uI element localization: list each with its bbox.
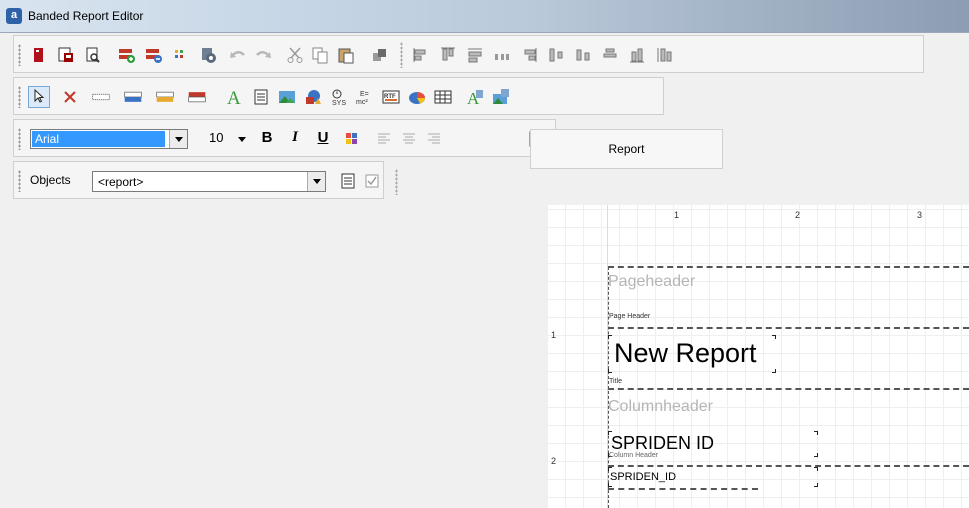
window-title: Banded Report Editor	[28, 9, 144, 23]
save-icon[interactable]	[57, 46, 75, 64]
delete-icon[interactable]	[61, 88, 79, 106]
title-label-object[interactable]: New Report	[608, 335, 776, 373]
chart-icon[interactable]	[408, 88, 426, 106]
toolbar-grip[interactable]	[18, 170, 21, 192]
ruler-mark-2: 2	[795, 210, 801, 220]
title-band-icon[interactable]	[188, 88, 214, 106]
font-color-icon[interactable]	[343, 130, 361, 148]
copy-icon[interactable]	[311, 46, 329, 64]
svg-text:E=: E=	[360, 91, 369, 98]
paste-icon[interactable]	[337, 46, 355, 64]
object-tree-pane	[0, 205, 547, 508]
detail-field-text: SPRIDEN_ID	[610, 471, 677, 483]
label-icon[interactable]: A	[226, 88, 244, 106]
objects-select[interactable]: <report>	[92, 171, 326, 192]
ruler-mark-1: 1	[674, 210, 680, 220]
svg-text:mc²: mc²	[356, 99, 368, 106]
bring-to-front-icon[interactable]	[371, 46, 389, 64]
system-data-icon[interactable]: SYS	[330, 88, 348, 106]
chevron-down-icon[interactable]	[307, 172, 325, 191]
ruler-left-mark-2: 2	[551, 456, 557, 466]
object-check-icon[interactable]	[363, 172, 381, 190]
table-icon[interactable]	[434, 88, 452, 106]
format-toolbar: Arial 10 B I U	[13, 119, 556, 157]
space-vertical-icon[interactable]	[574, 46, 592, 64]
text-align-center-icon[interactable]	[400, 130, 418, 148]
report-design-canvas[interactable]: 1 2 3 1 2 Pageheader Page Header New Rep…	[547, 205, 969, 508]
svg-text:A: A	[227, 88, 241, 106]
tab-report[interactable]: Report	[530, 129, 723, 169]
detail-field-object[interactable]: SPRIDEN_ID	[608, 467, 818, 487]
ruler-left-mark-1: 1	[551, 330, 557, 340]
font-size-value[interactable]: 10	[209, 130, 223, 145]
same-width-icon[interactable]	[466, 46, 484, 64]
toolbar-separator	[400, 42, 403, 68]
add-band-icon[interactable]	[118, 46, 136, 64]
memo-icon[interactable]	[252, 88, 270, 106]
objects-toolbar: Objects <report>	[13, 161, 384, 199]
page-header-band-top	[608, 266, 969, 268]
objects-label: Objects	[30, 173, 71, 187]
page-header-band-icon[interactable]	[124, 88, 150, 106]
align-right-icon[interactable]	[520, 46, 538, 64]
remove-band-icon[interactable]	[145, 46, 163, 64]
toolbar-grip[interactable]	[18, 128, 21, 150]
empty-band-icon[interactable]	[92, 88, 118, 106]
align-middle-icon[interactable]	[547, 46, 565, 64]
chevron-down-icon[interactable]	[238, 137, 246, 142]
column-header-ghost-text: Columnheader	[608, 398, 713, 415]
underline-button[interactable]: U	[314, 129, 332, 146]
cut-icon[interactable]	[286, 46, 304, 64]
shape-icon[interactable]	[304, 88, 322, 106]
toolbar-area: A SYS E= mc² RTF A Arial 10 B I U Objects	[0, 33, 969, 205]
toolbar-grip[interactable]	[18, 86, 21, 108]
toolbar-grip[interactable]	[18, 44, 21, 66]
align-top-icon[interactable]	[439, 46, 457, 64]
image-icon[interactable]	[278, 88, 296, 106]
font-name-select[interactable]: Arial	[30, 129, 188, 149]
column-header-band-label: Column Header	[609, 452, 659, 459]
detail-band-bottom	[608, 488, 758, 490]
object-properties-icon[interactable]	[339, 172, 357, 190]
grid-icon[interactable]	[172, 46, 190, 64]
svg-text:SYS: SYS	[332, 100, 346, 106]
redo-icon[interactable]	[254, 46, 272, 64]
italic-button[interactable]: I	[286, 129, 304, 146]
print-preview-icon[interactable]	[84, 46, 102, 64]
page-header-ghost-text: Pageheader	[608, 273, 696, 290]
same-height-icon[interactable]	[655, 46, 673, 64]
components-toolbar: A SYS E= mc² RTF A	[13, 77, 664, 115]
undo-icon[interactable]	[229, 46, 247, 64]
toolbar-separator	[395, 169, 398, 195]
center-horizontal-icon[interactable]	[601, 46, 619, 64]
align-bottom-icon[interactable]	[628, 46, 646, 64]
db-image-icon[interactable]	[492, 88, 510, 106]
column-header-band-icon[interactable]	[156, 88, 182, 106]
rich-text-icon[interactable]: RTF	[382, 88, 400, 106]
font-name-value: Arial	[32, 131, 165, 147]
expression-icon[interactable]: E= mc²	[356, 88, 374, 106]
page-header-band-label: Page Header	[609, 313, 651, 320]
title-text: New Report	[614, 338, 757, 368]
column-header-band-top[interactable]	[608, 388, 969, 390]
title-bar: a Banded Report Editor	[0, 0, 969, 33]
exit-icon[interactable]	[30, 46, 48, 64]
text-align-left-icon[interactable]	[375, 130, 393, 148]
db-label-icon[interactable]: A	[466, 88, 484, 106]
select-pointer-icon[interactable]	[28, 86, 50, 108]
title-band-label: Title	[609, 378, 622, 385]
standard-toolbar	[13, 35, 924, 73]
bold-button[interactable]: B	[258, 129, 276, 146]
title-band-top[interactable]	[608, 327, 969, 329]
space-horizontal-icon[interactable]	[493, 46, 511, 64]
data-source-icon[interactable]	[199, 46, 217, 64]
ruler-mark-3: 3	[917, 210, 923, 220]
text-align-right-icon[interactable]	[425, 130, 443, 148]
chevron-down-icon[interactable]	[169, 130, 187, 148]
align-left-icon[interactable]	[412, 46, 430, 64]
objects-select-value: <report>	[98, 175, 144, 189]
column-header-text: SPRIDEN ID	[611, 433, 715, 453]
app-icon: a	[6, 8, 22, 24]
